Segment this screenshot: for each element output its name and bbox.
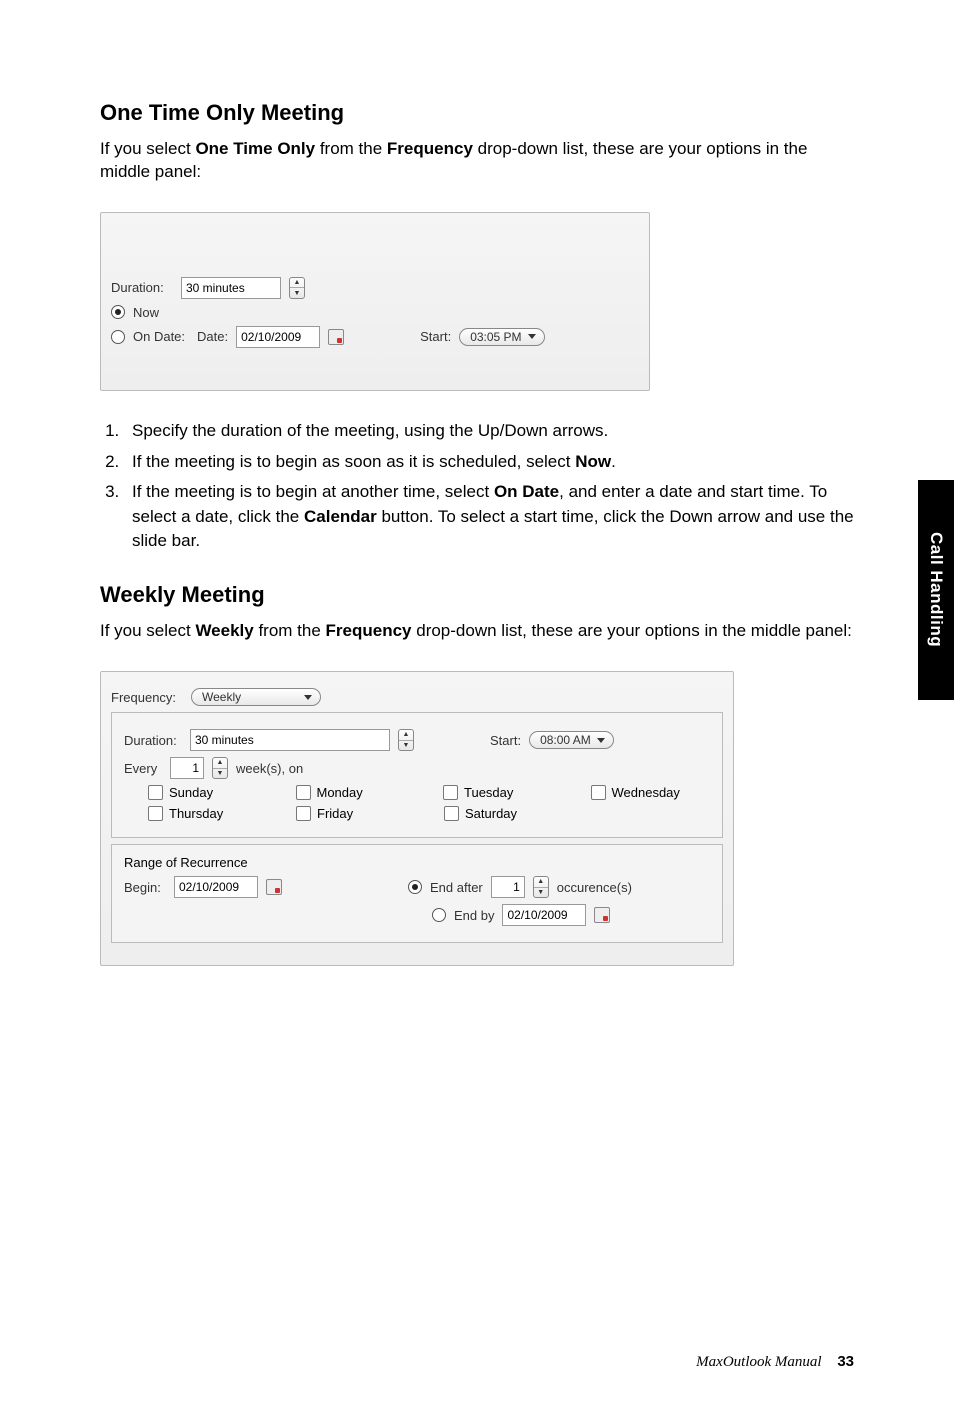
on-date-radio[interactable] bbox=[111, 330, 125, 344]
every-input[interactable] bbox=[170, 757, 204, 779]
chevron-down-icon[interactable]: ▼ bbox=[399, 741, 413, 751]
chevron-up-icon[interactable]: ▲ bbox=[399, 730, 413, 741]
step-1: Specify the duration of the meeting, usi… bbox=[124, 419, 854, 444]
start-time-dropdown[interactable]: 03:05 PM bbox=[459, 328, 544, 346]
footer-title: MaxOutlook Manual bbox=[696, 1354, 821, 1370]
frequency-label: Frequency: bbox=[111, 690, 183, 705]
start-label-2: Start: bbox=[490, 733, 521, 748]
one-time-panel: Duration: ▲ ▼ Now On Date: Date: Start: bbox=[100, 212, 650, 391]
calendar-icon[interactable] bbox=[594, 907, 610, 923]
chevron-down-icon[interactable]: ▼ bbox=[534, 888, 548, 898]
date-input[interactable] bbox=[236, 326, 320, 348]
chevron-down-icon[interactable]: ▼ bbox=[213, 769, 227, 779]
end-after-radio[interactable] bbox=[408, 880, 422, 894]
begin-input[interactable] bbox=[174, 876, 258, 898]
heading-one-time: One Time Only Meeting bbox=[100, 100, 854, 126]
weeks-on-label: week(s), on bbox=[236, 761, 303, 776]
date-label: Date: bbox=[197, 329, 228, 344]
every-label: Every bbox=[124, 761, 162, 776]
frequency-dropdown[interactable]: Weekly bbox=[191, 688, 321, 706]
duration-label-2: Duration: bbox=[124, 733, 182, 748]
chevron-down-icon bbox=[597, 738, 605, 743]
heading-weekly: Weekly Meeting bbox=[100, 582, 854, 608]
begin-label: Begin: bbox=[124, 880, 166, 895]
end-by-radio[interactable] bbox=[432, 908, 446, 922]
range-title: Range of Recurrence bbox=[124, 855, 710, 870]
range-recurrence-box: Range of Recurrence Begin: End after ▲ ▼… bbox=[111, 844, 723, 943]
para-weekly: If you select Weekly from the Frequency … bbox=[100, 620, 854, 643]
duration-spinner-2[interactable]: ▲ ▼ bbox=[398, 729, 414, 751]
chevron-down-icon bbox=[304, 695, 312, 700]
every-spinner[interactable]: ▲ ▼ bbox=[212, 757, 228, 779]
chevron-up-icon[interactable]: ▲ bbox=[290, 278, 304, 289]
chevron-down-icon bbox=[528, 334, 536, 339]
friday-checkbox[interactable] bbox=[296, 806, 311, 821]
weekly-panel: Frequency: Weekly Duration: ▲ ▼ Start: bbox=[100, 671, 734, 966]
para-one-time: If you select One Time Only from the Fre… bbox=[100, 138, 854, 184]
chevron-down-icon[interactable]: ▼ bbox=[290, 288, 304, 298]
page-number: 33 bbox=[837, 1353, 854, 1370]
end-by-label: End by bbox=[454, 908, 494, 923]
saturday-checkbox[interactable] bbox=[444, 806, 459, 821]
monday-checkbox[interactable] bbox=[296, 785, 311, 800]
duration-input-2[interactable] bbox=[190, 729, 390, 751]
occurrences-label: occurence(s) bbox=[557, 880, 632, 895]
end-after-spinner[interactable]: ▲ ▼ bbox=[533, 876, 549, 898]
chevron-up-icon[interactable]: ▲ bbox=[213, 758, 227, 769]
now-label: Now bbox=[133, 305, 159, 320]
side-tab: Call Handling bbox=[918, 480, 954, 700]
end-after-label: End after bbox=[430, 880, 483, 895]
footer: MaxOutlook Manual 33 bbox=[696, 1353, 854, 1371]
chevron-up-icon[interactable]: ▲ bbox=[534, 877, 548, 888]
start-label: Start: bbox=[420, 329, 451, 344]
duration-input[interactable] bbox=[181, 277, 281, 299]
one-time-steps: Specify the duration of the meeting, usi… bbox=[100, 419, 854, 554]
step-3: If the meeting is to begin at another ti… bbox=[124, 480, 854, 554]
end-after-input[interactable] bbox=[491, 876, 525, 898]
duration-spinner[interactable]: ▲ ▼ bbox=[289, 277, 305, 299]
calendar-icon[interactable] bbox=[266, 879, 282, 895]
thursday-checkbox[interactable] bbox=[148, 806, 163, 821]
on-date-label: On Date: bbox=[133, 329, 185, 344]
sunday-checkbox[interactable] bbox=[148, 785, 163, 800]
now-radio[interactable] bbox=[111, 305, 125, 319]
calendar-icon[interactable] bbox=[328, 329, 344, 345]
tuesday-checkbox[interactable] bbox=[443, 785, 458, 800]
start-time-dropdown-2[interactable]: 08:00 AM bbox=[529, 731, 614, 749]
weekly-options-box: Duration: ▲ ▼ Start: 08:00 AM Every bbox=[111, 712, 723, 838]
side-tab-label: Call Handling bbox=[926, 532, 946, 647]
step-2: If the meeting is to begin as soon as it… bbox=[124, 450, 854, 475]
end-by-input[interactable] bbox=[502, 904, 586, 926]
duration-label: Duration: bbox=[111, 280, 173, 295]
wednesday-checkbox[interactable] bbox=[591, 785, 606, 800]
